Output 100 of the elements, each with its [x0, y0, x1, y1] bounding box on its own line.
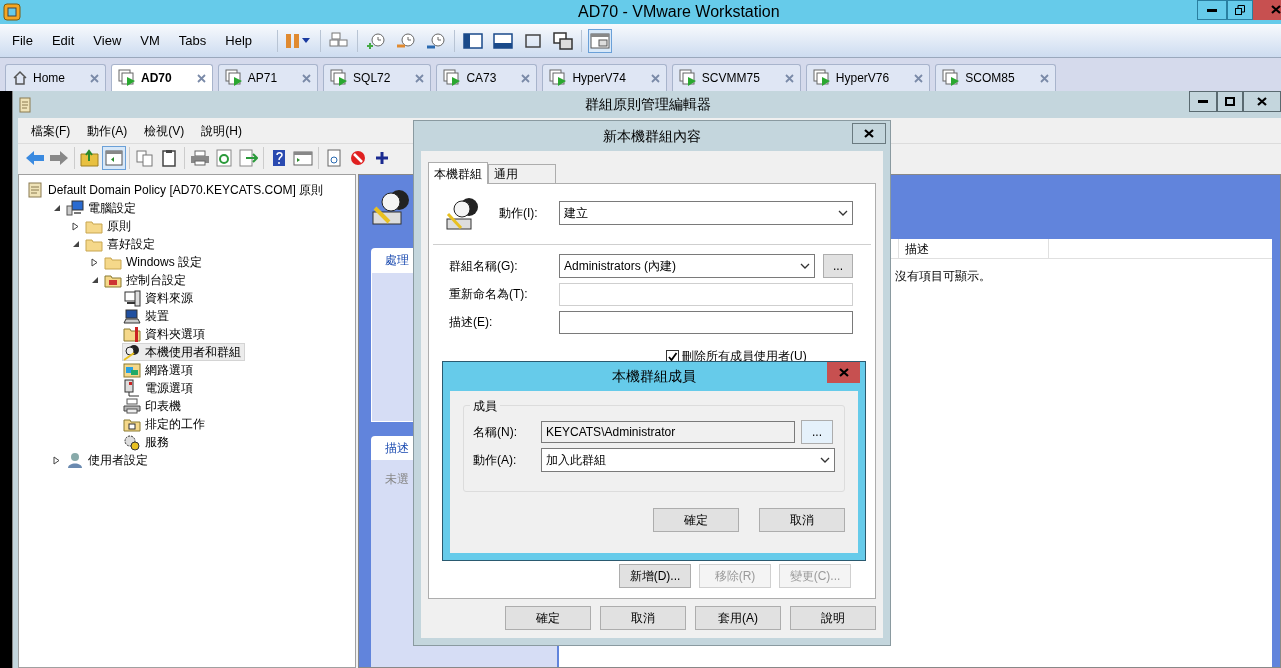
collapse-arrow-icon	[72, 240, 80, 248]
vm-icon	[812, 69, 831, 87]
collapse-arrow-icon	[91, 276, 99, 284]
minimize-icon	[1198, 100, 1208, 103]
caret-icon	[820, 456, 830, 464]
tree-item[interactable]: 裝置	[122, 307, 173, 325]
tree-item[interactable]: 服務	[122, 433, 173, 451]
home-icon	[12, 70, 28, 86]
export-icon[interactable]	[236, 146, 260, 170]
group-name-dropdown[interactable]: Administrators (內建)	[559, 254, 815, 278]
dialog-button[interactable]: 套用(A)	[695, 606, 781, 630]
vm-icon	[330, 69, 349, 87]
dialog-button[interactable]: ...	[823, 254, 853, 278]
tab[interactable]: 通用	[488, 164, 556, 183]
tree-item[interactable]: 喜好設定	[84, 235, 159, 253]
vm-icon	[118, 69, 136, 87]
computer-icon	[66, 200, 84, 216]
field-label: 名稱(N):	[473, 424, 518, 441]
vm-tab[interactable]: HyperV74	[542, 64, 667, 91]
vm-icon	[549, 69, 568, 87]
scroll-icon	[26, 182, 44, 198]
vm-icon	[942, 69, 961, 87]
laptop-icon	[123, 307, 141, 325]
menu-item[interactable]: Help	[225, 30, 253, 51]
vm-tab[interactable]: CA73	[436, 64, 538, 91]
tab-close-icon	[914, 73, 924, 83]
tree-item[interactable]: 資料夾選項	[122, 325, 209, 343]
close-button[interactable]	[1243, 91, 1281, 112]
vm-tab[interactable]: SCOM85	[935, 64, 1056, 91]
field-label: 動作(A):	[473, 452, 518, 469]
minimize-button[interactable]	[1197, 0, 1227, 20]
tab-close-icon	[302, 73, 312, 83]
vm-tab[interactable]: SQL72	[323, 64, 432, 91]
empty-message: 沒有項目可顯示。	[895, 268, 991, 285]
tab-close-icon	[650, 73, 660, 83]
tree-item[interactable]: 電腦設定	[65, 199, 140, 217]
tree-item[interactable]: 排定的工作	[122, 415, 209, 433]
tree-item[interactable]: Default Domain Policy [AD70.KEYCATS.COM] 原則	[25, 181, 328, 199]
minimize-icon	[1207, 8, 1217, 12]
field-label: 重新命名為(T):	[449, 286, 529, 303]
dialog-button[interactable]: 新增(D)...	[619, 564, 691, 588]
action-dropdown[interactable]: 加入此群組	[541, 448, 835, 472]
tree-item[interactable]: 控制台設定	[103, 271, 190, 289]
dialog-button[interactable]: 說明	[790, 606, 876, 630]
tab-close-icon	[784, 73, 794, 83]
dialog-title: 本機群組成員	[612, 367, 696, 386]
tree-item[interactable]: 電源選項	[122, 379, 197, 397]
tab-close-icon	[415, 73, 425, 83]
vm-tab[interactable]: AD70	[111, 64, 213, 91]
people-icon	[445, 195, 481, 231]
network-icon	[123, 362, 141, 378]
menu-item[interactable]: View	[93, 30, 122, 51]
vm-tab[interactable]: AP71	[217, 64, 319, 91]
show-tree-icon[interactable]	[102, 146, 126, 170]
restore-button[interactable]	[1227, 0, 1253, 20]
vm-tab[interactable]: SCVMM75	[671, 64, 801, 91]
dialog-button[interactable]: 確定	[653, 508, 739, 532]
power-icon	[123, 379, 141, 397]
action-dropdown[interactable]: 建立	[559, 201, 853, 225]
window-title: 群組原則管理編輯器	[585, 95, 711, 114]
dialog-button[interactable]: 取消	[600, 606, 686, 630]
menu-item[interactable]: 說明(H)	[201, 121, 242, 140]
tree-item[interactable]: Windows 設定	[103, 253, 206, 271]
description-text: 未選	[385, 472, 409, 486]
dialog-button[interactable]: 取消	[759, 508, 845, 532]
column-header[interactable]: 描述	[899, 239, 1049, 258]
folder-clock-icon	[123, 416, 141, 432]
tab-close-icon	[90, 73, 99, 83]
tree-item[interactable]: 原則	[84, 217, 135, 235]
menu-item[interactable]: File	[12, 30, 33, 51]
vm-tab[interactable]: Home	[5, 64, 106, 91]
tab-close-icon	[196, 73, 206, 83]
tree-item[interactable]: 本機使用者和群組	[122, 343, 245, 361]
menu-item[interactable]: VM	[140, 30, 160, 51]
menu-item[interactable]: Tabs	[178, 30, 207, 51]
menu-item[interactable]: 檢視(V)	[144, 121, 185, 140]
close-button[interactable]	[852, 123, 886, 144]
dialog-button[interactable]: 確定	[505, 606, 591, 630]
collapse-arrow-icon	[53, 204, 61, 212]
name-field[interactable]: KEYCATS\Administrator	[541, 421, 795, 443]
tab[interactable]: 本機群組	[428, 162, 488, 184]
group-label: 成員	[470, 397, 500, 415]
vm-tab[interactable]: HyperV76	[805, 64, 931, 91]
app-icon	[3, 3, 21, 21]
tree-item[interactable]: 使用者設定	[65, 451, 152, 469]
printer-icon	[123, 398, 141, 414]
expand-arrow-icon	[91, 257, 99, 267]
minimize-button[interactable]	[1189, 91, 1217, 112]
console-view-icon[interactable]	[588, 28, 613, 53]
caret-icon	[800, 262, 810, 270]
text-field[interactable]	[559, 310, 853, 334]
vm-icon	[678, 69, 697, 87]
dialog-button[interactable]: ...	[801, 420, 833, 444]
tree-item[interactable]: 資料來源	[122, 289, 197, 307]
maximize-button[interactable]	[1217, 91, 1243, 112]
menu-item[interactable]: 檔案(F)	[31, 121, 71, 140]
menu-item[interactable]: Edit	[51, 30, 75, 51]
menu-item[interactable]: 動作(A)	[87, 121, 128, 140]
tree-item[interactable]: 網路選項	[122, 361, 197, 379]
tree-item[interactable]: 印表機	[122, 397, 185, 415]
